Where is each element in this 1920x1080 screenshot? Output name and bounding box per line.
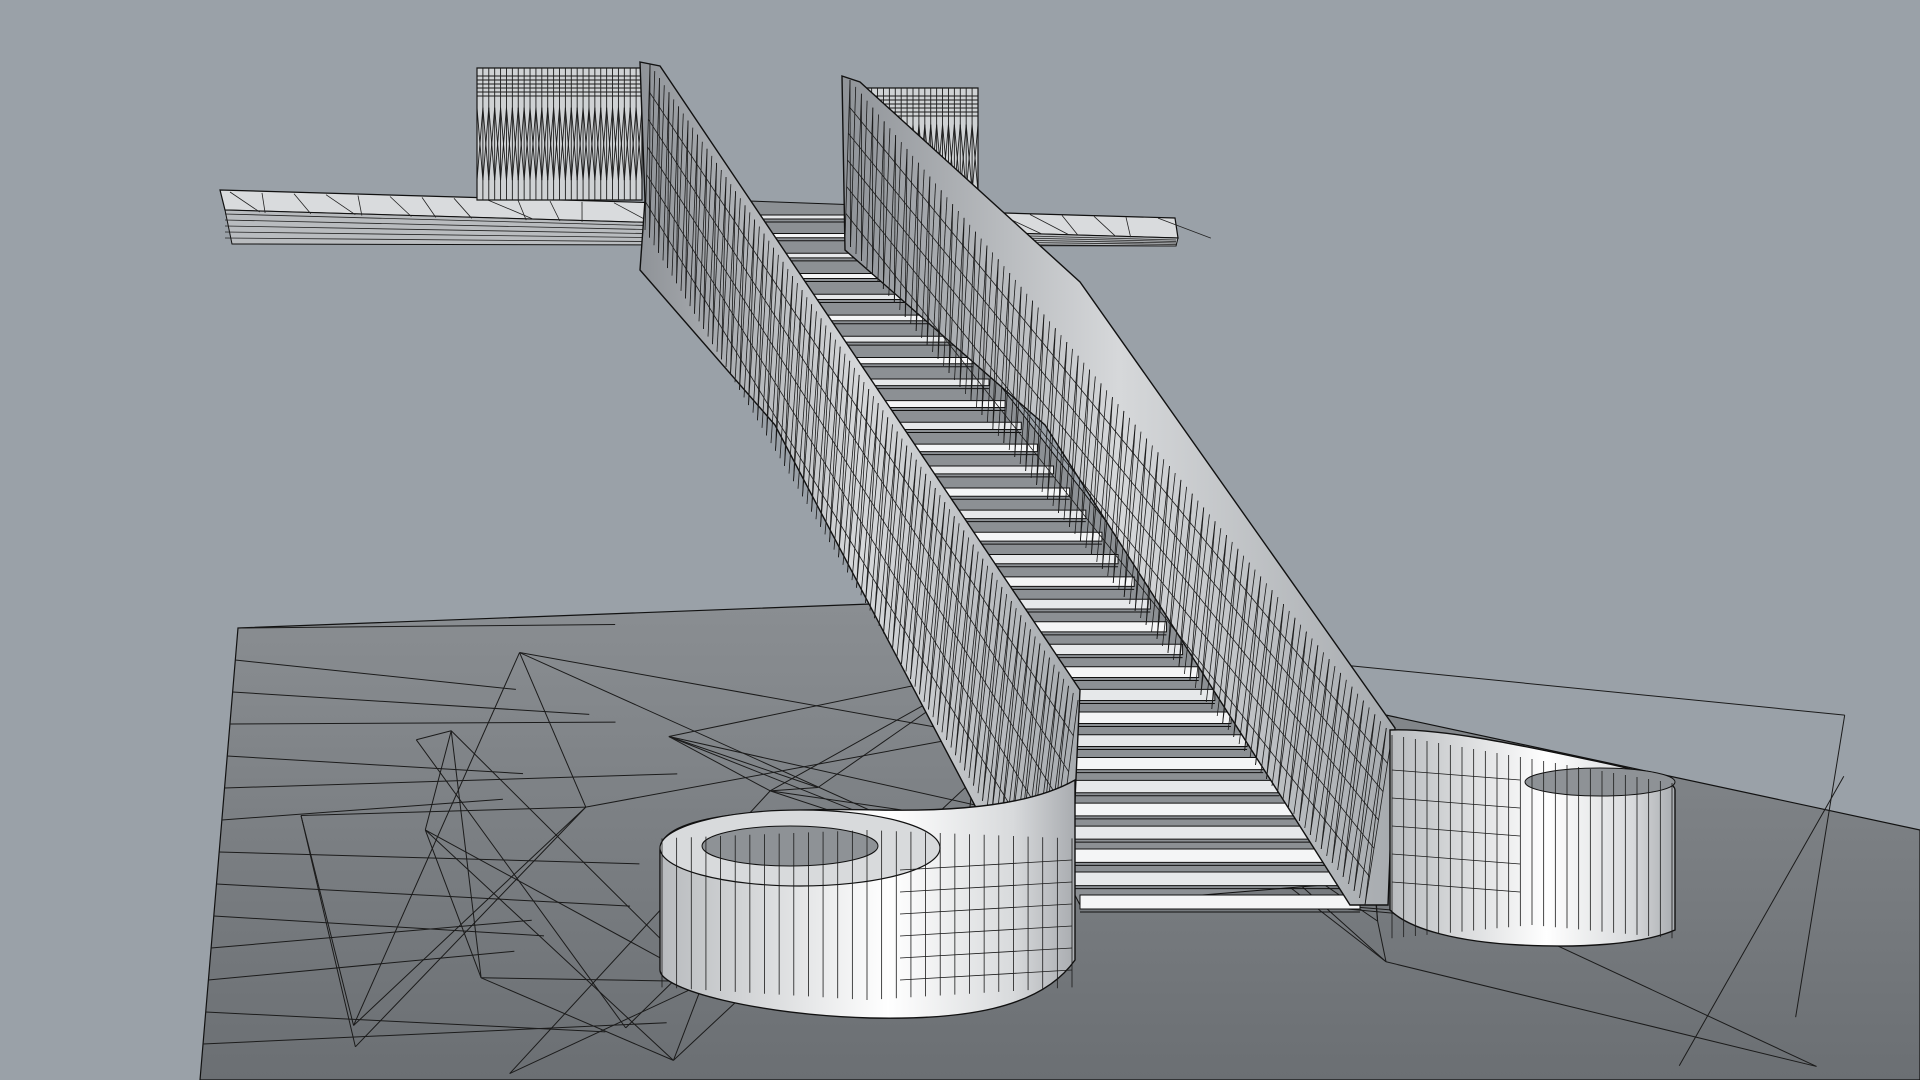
left-upper-balustrade[interactable] [476,67,643,201]
right-volute-newel[interactable] [1389,729,1676,947]
left-volute-newel[interactable] [659,778,1076,1019]
viewport-canvas[interactable] [0,0,1920,1080]
3d-viewport[interactable] [0,0,1920,1080]
